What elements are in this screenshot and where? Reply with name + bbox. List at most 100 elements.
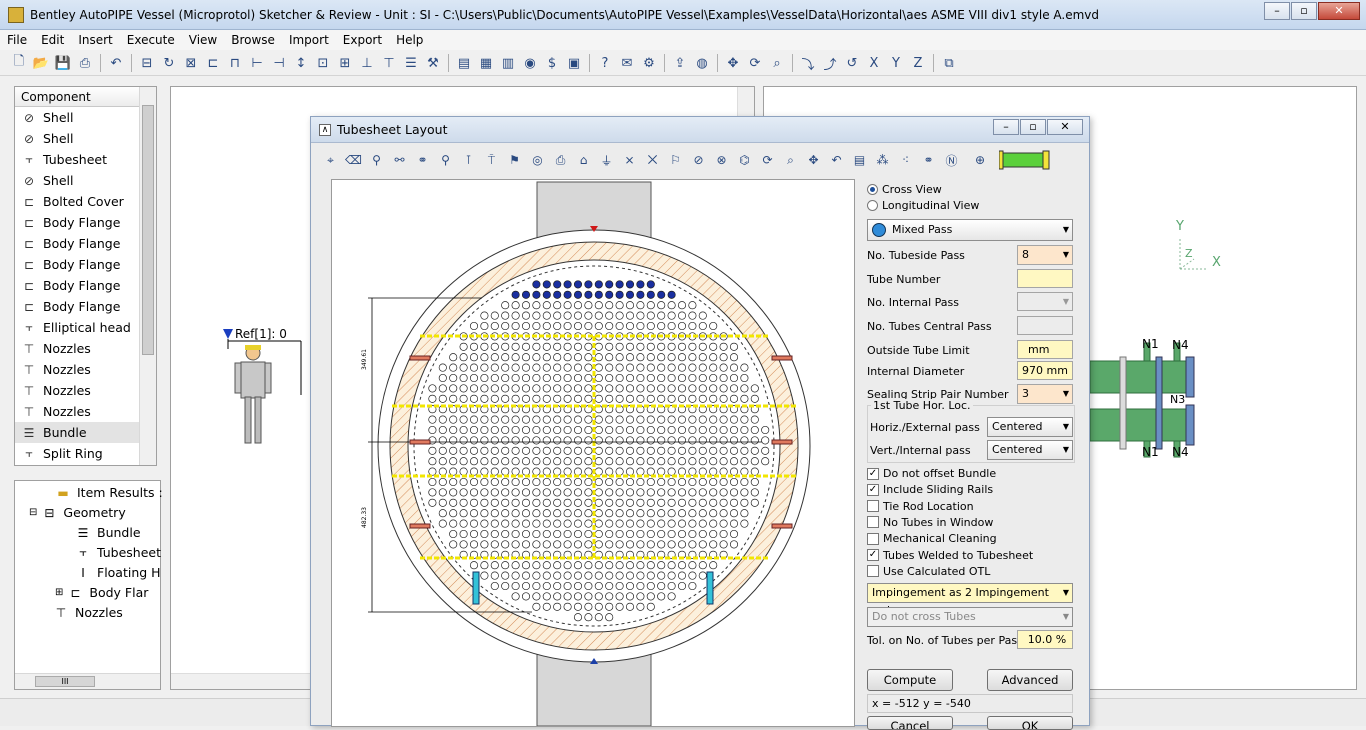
print-icon[interactable]: ⎙ (74, 53, 96, 73)
checkbox-option[interactable]: Use Calculated OTL (867, 565, 1077, 578)
tubes-central-pass-input[interactable] (1017, 316, 1073, 335)
export-icon[interactable]: ⇪ (669, 53, 691, 73)
help-icon[interactable]: ? (594, 53, 616, 73)
menu-execute[interactable]: Execute (120, 33, 182, 47)
magnifier-icon[interactable]: ⌕ (779, 150, 802, 170)
checkbox[interactable]: ✓ (867, 483, 879, 496)
rotate-x-icon[interactable]: ⤵ (797, 53, 819, 73)
link-icon[interactable]: ⚭ (917, 150, 940, 170)
report-layout-icon[interactable]: ▤ (848, 150, 871, 170)
open-folder-icon[interactable]: 📂 (30, 53, 52, 73)
checkbox[interactable] (867, 516, 879, 529)
vert-pass-dropdown[interactable]: Centered ▼ (987, 440, 1073, 460)
component-item[interactable]: ⫟ Split Ring (15, 443, 156, 464)
tree-item-tubesheet[interactable]: ⫟ Tubesheet (75, 545, 161, 560)
clean-icon[interactable]: ⌂ (572, 150, 595, 170)
flag-icon[interactable]: ⚐ (664, 150, 687, 170)
component-scrollbar[interactable] (139, 87, 156, 465)
tree-item-body-flange[interactable]: ⊞ ⊏ Body Flar (55, 585, 148, 600)
close-button[interactable]: ✕ (1318, 2, 1360, 20)
tools-icon[interactable]: ⚒ (422, 53, 444, 73)
dialog-maximize-button[interactable]: ▫ (1020, 119, 1046, 135)
outside-tube-limit-input[interactable]: mm (1017, 340, 1073, 359)
report-icon[interactable]: ▤ (453, 53, 475, 73)
undo-icon[interactable]: ↶ (105, 53, 127, 73)
saddle-icon[interactable]: ⊥ (356, 53, 378, 73)
advanced-button[interactable]: Advanced (987, 669, 1073, 691)
horiz-pass-dropdown[interactable]: Centered ▼ (987, 417, 1073, 437)
checkbox[interactable] (867, 565, 879, 578)
menu-browse[interactable]: Browse (224, 33, 282, 47)
document-icon[interactable]: ▥ (497, 53, 519, 73)
view-y-icon[interactable]: Y (885, 53, 907, 73)
flange-tool-icon[interactable]: ⊏ (202, 53, 224, 73)
select-icon[interactable]: ⌖ (319, 150, 342, 170)
cross-tool-icon[interactable]: ⨯ (618, 150, 641, 170)
move-icon[interactable]: ✥ (802, 150, 825, 170)
menu-insert[interactable]: Insert (71, 33, 119, 47)
tree-item-bundle[interactable]: ☰ Bundle (75, 525, 141, 540)
tubesheet-canvas[interactable]: 349.61 482.33 (331, 179, 855, 727)
cross-view-radio[interactable] (867, 184, 878, 195)
component-item[interactable]: ⊏ Bolted Cover (15, 191, 156, 212)
longitudinal-view-radio[interactable] (867, 200, 878, 211)
minimize-button[interactable]: – (1264, 2, 1290, 20)
checkbox-option[interactable]: ✓ Tubes Welded to Tubesheet (867, 549, 1077, 562)
pan-icon[interactable]: ✥ (722, 53, 744, 73)
support-icon[interactable]: ⊓ (224, 53, 246, 73)
internal-diameter-input[interactable]: 970 mm (1017, 361, 1073, 380)
ok-button[interactable]: OK (987, 716, 1073, 730)
pipe-icon[interactable]: ⊣ (268, 53, 290, 73)
layout-icon[interactable]: ⧉ (938, 53, 960, 73)
bucket-icon[interactable]: ⏚ (595, 150, 618, 170)
component-item[interactable]: ⊏ Body Flange (15, 275, 156, 296)
tube-tool-icon[interactable]: ⊞ (334, 53, 356, 73)
component-item[interactable]: ⊤ Nozzles (15, 338, 156, 359)
longitudinal-view-option[interactable]: Longitudinal View (867, 199, 1077, 212)
component-item[interactable]: ⊤ Nozzles (15, 359, 156, 380)
settings-icon[interactable]: ⚙ (638, 53, 660, 73)
view-x-icon[interactable]: X (863, 53, 885, 73)
cancel-mark-icon[interactable]: ⊗ (710, 150, 733, 170)
collapse-toggle[interactable]: ⊟ (29, 507, 37, 518)
checkbox[interactable]: ✓ (867, 467, 879, 480)
no-entry-icon[interactable]: ⊘ (687, 150, 710, 170)
expand-toggle[interactable]: ⊞ (55, 587, 63, 598)
list-icon[interactable]: ☰ (400, 53, 422, 73)
cross-tool2-icon[interactable]: ⨉ (641, 150, 664, 170)
pattern2-icon[interactable]: ⁖ (894, 150, 917, 170)
dialog-close-button[interactable]: ✕ (1047, 119, 1083, 135)
erase-icon[interactable]: ⌫ (342, 150, 365, 170)
component-item[interactable]: ⊘ Shell (15, 107, 156, 128)
tree-item-nozzles[interactable]: ⊤ Nozzles (53, 605, 123, 620)
checkbox-option[interactable]: Mechanical Cleaning (867, 532, 1077, 545)
ring-icon[interactable]: ⊡ (312, 53, 334, 73)
component-item[interactable]: ⊏ Body Flange (15, 233, 156, 254)
tolerance-input[interactable]: 10.0 % (1017, 630, 1073, 649)
component-item[interactable]: ⊤ Nozzles (15, 401, 156, 422)
tag-icon[interactable]: ⌬ (733, 150, 756, 170)
target-icon[interactable]: ◎ (526, 150, 549, 170)
component-item[interactable]: ⊘ Shell (15, 170, 156, 191)
north-icon[interactable]: Ⓝ (940, 150, 963, 170)
impingement-dropdown[interactable]: Impingement as 2 Impingement rods rc▼ (867, 583, 1073, 617)
menu-view[interactable]: View (182, 33, 224, 47)
pass-type-dropdown[interactable]: Mixed Pass ▼ (867, 219, 1073, 241)
refresh-icon[interactable]: ⟳ (744, 53, 766, 73)
crosshair-icon[interactable]: ⊕ (963, 150, 997, 170)
nozzle-tool-icon[interactable]: ⊢ (246, 53, 268, 73)
eye-icon[interactable]: ◉ (519, 53, 541, 73)
checkbox-option[interactable]: Tie Rod Location (867, 500, 1077, 513)
exchanger-preview-icon[interactable] (997, 150, 1055, 170)
rotate-icon[interactable]: ↻ (158, 53, 180, 73)
tube-add-icon[interactable]: ⚲ (365, 150, 388, 170)
sealing-strip-select[interactable]: 3 ▼ (1017, 384, 1073, 404)
component-item[interactable]: ⊘ Shell (15, 128, 156, 149)
lock-icon[interactable]: ▣ (563, 53, 585, 73)
vessel-icon[interactable]: ⊟ (136, 53, 158, 73)
component-item[interactable]: ⫟ Elliptical head (15, 317, 156, 338)
mail-icon[interactable]: ✉ (616, 53, 638, 73)
save-icon[interactable]: 💾 (52, 53, 74, 73)
cross-tubes-dropdown[interactable]: Do not cross Tubes ▼ (867, 607, 1073, 627)
compute-button[interactable]: Compute (867, 669, 953, 691)
